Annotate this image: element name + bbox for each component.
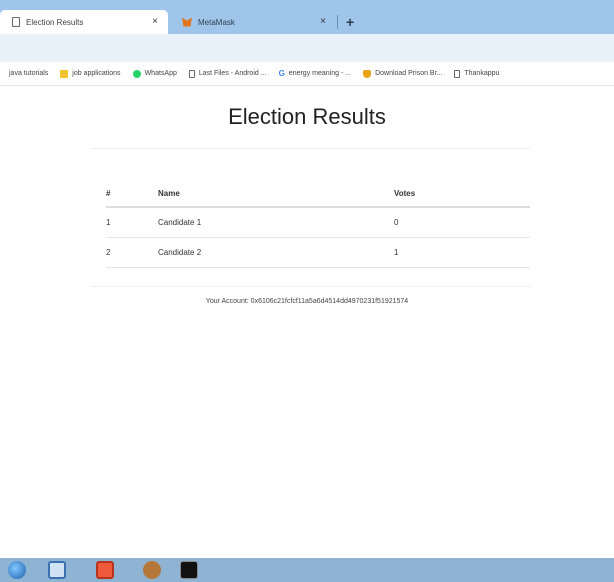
cell-name: Candidate 1 [158, 207, 394, 238]
table-row: 2 Candidate 2 1 [106, 237, 530, 268]
whatsapp-icon [132, 69, 141, 78]
bookmark-whatsapp[interactable]: WhatsApp [124, 69, 180, 78]
tab-separator [337, 15, 338, 29]
bookmark-java-tutorials[interactable]: java tutorials [0, 70, 51, 77]
shield-icon [363, 69, 372, 78]
metamask-icon [182, 17, 192, 27]
page-icon [12, 17, 20, 27]
page-title: Election Results [228, 104, 386, 129]
tab-strip: Election Results × MetaMask × + [0, 0, 614, 34]
bookmark-label: job applications [72, 70, 121, 77]
tab-label: Election Results [26, 17, 84, 27]
cell-name: Candidate 2 [158, 237, 394, 268]
ie-icon[interactable] [48, 561, 66, 579]
pdf-icon[interactable] [96, 561, 114, 579]
tab-metamask[interactable]: MetaMask × [170, 10, 338, 34]
close-icon[interactable]: × [320, 16, 326, 27]
page-icon [454, 69, 461, 78]
bookmark-label: WhatsApp [144, 70, 177, 77]
bookmark-thankappu[interactable]: Thankappu [445, 69, 502, 78]
bookmark-download-prison[interactable]: Download Prison Br... [354, 69, 445, 78]
bookmark-job-applications[interactable]: job applications [51, 69, 123, 78]
tab-label: MetaMask [198, 17, 235, 27]
results-table: # Name Votes 1 Candidate 1 0 2 Candidate… [106, 181, 530, 268]
table-row: 1 Candidate 1 0 [106, 207, 530, 238]
bookmark-energy-meaning[interactable]: G energy meaning - ... [270, 69, 355, 78]
header-votes: Votes [394, 181, 530, 208]
bookmark-label: java tutorials [9, 70, 49, 77]
bookmark-label: Thankappu [464, 70, 500, 77]
tab-election-results[interactable]: Election Results × [0, 10, 168, 34]
bookmark-label: Last Files - Android ... [198, 70, 267, 77]
browser-toolbar [0, 34, 614, 62]
app-icon[interactable] [143, 561, 161, 579]
cell-number: 1 [106, 207, 158, 238]
bookmark-last-files[interactable]: Last Files - Android ... [180, 69, 270, 78]
table-header-row: # Name Votes [106, 181, 530, 208]
account-address: Your Account: 0x6106c21fcfcf11a5a6d4514d… [205, 298, 409, 305]
taskbar [0, 558, 614, 582]
terminal-icon[interactable] [180, 561, 198, 579]
start-orb-icon[interactable] [8, 561, 26, 579]
folder-icon [60, 69, 69, 78]
new-tab-button[interactable]: + [346, 14, 354, 30]
bookmark-label: Download Prison Br... [375, 70, 443, 77]
page-icon [188, 69, 195, 78]
cell-votes: 1 [394, 237, 530, 268]
bookmark-label: energy meaning - ... [288, 70, 352, 77]
close-icon[interactable]: × [152, 16, 158, 27]
cell-votes: 0 [394, 207, 530, 238]
bookmarks-bar: java tutorials job applications WhatsApp… [0, 62, 614, 86]
google-icon: G [278, 69, 285, 78]
cell-number: 2 [106, 237, 158, 268]
header-number: # [106, 181, 158, 208]
divider [90, 286, 530, 287]
divider [90, 148, 530, 149]
header-name: Name [158, 181, 394, 208]
